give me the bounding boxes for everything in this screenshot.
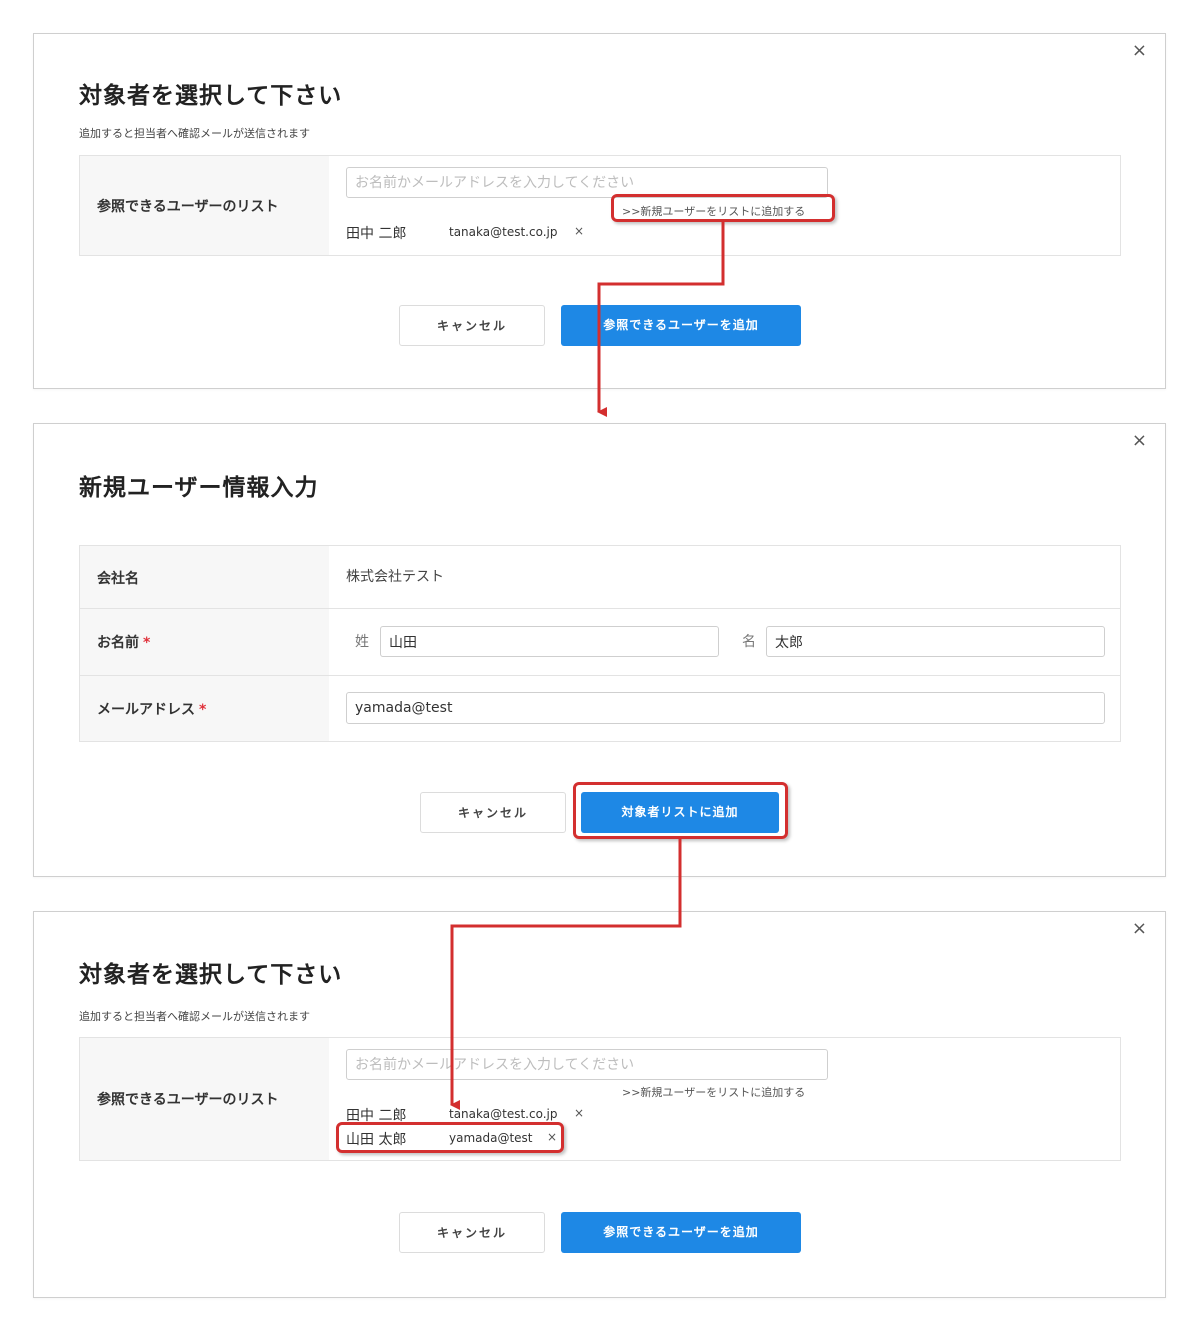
user-search-input[interactable]	[346, 1049, 828, 1080]
user-list-label: 参照できるユーザーのリスト	[97, 199, 279, 215]
add-viewable-users-button[interactable]: 参照できるユーザーを追加	[561, 1212, 801, 1253]
close-icon[interactable]: ×	[1132, 920, 1147, 938]
dialog-subtitle: 追加すると担当者へ確認メールが送信されます	[79, 127, 310, 140]
last-name-label: 姓	[355, 634, 369, 650]
user-list-form: 参照できるユーザーのリスト >>新規ユーザーをリストに追加する 田中 二郎 ta…	[79, 1037, 1121, 1161]
company-label: 会社名	[97, 571, 139, 587]
cancel-button[interactable]: キャンセル	[420, 792, 566, 833]
email-label: メールアドレス *	[97, 699, 206, 719]
user-email: tanaka@test.co.jp	[449, 225, 558, 239]
user-search-input[interactable]	[346, 167, 828, 198]
email-label-text: メールアドレス	[97, 702, 195, 718]
add-viewable-users-button[interactable]: 参照できるユーザーを追加	[561, 305, 801, 346]
first-name-input[interactable]	[766, 626, 1105, 657]
remove-user-icon[interactable]: ×	[574, 224, 584, 238]
user-name: 田中 二郎	[346, 1108, 407, 1124]
remove-user-icon[interactable]: ×	[574, 1106, 584, 1120]
close-icon[interactable]: ×	[1132, 42, 1147, 60]
dialog-title: 新規ユーザー情報入力	[79, 475, 319, 501]
row-divider	[80, 608, 1120, 609]
user-list-form: 参照できるユーザーのリスト >>新規ユーザーをリストに追加する 田中 二郎 ta…	[79, 155, 1121, 256]
name-label: お名前 *	[97, 632, 150, 652]
add-to-target-list-button[interactable]: 対象者リストに追加	[581, 792, 779, 833]
user-email: yamada@test	[449, 1131, 533, 1145]
new-user-form: 会社名 株式会社テスト お名前* 姓 名 メールアドレス*	[79, 545, 1121, 742]
name-label-text: お名前	[97, 635, 139, 651]
user-name: 田中 二郎	[346, 226, 407, 242]
remove-user-icon[interactable]: ×	[547, 1130, 557, 1144]
last-name-input[interactable]	[380, 626, 719, 657]
select-target-dialog-1: × 対象者を選択して下さい 追加すると担当者へ確認メールが送信されます 参照でき…	[33, 33, 1166, 389]
label-column: 参照できるユーザーのリスト	[80, 156, 329, 255]
close-icon[interactable]: ×	[1132, 432, 1147, 450]
dialog-title: 対象者を選択して下さい	[79, 83, 343, 109]
company-value: 株式会社テスト	[346, 569, 444, 585]
cancel-button[interactable]: キャンセル	[399, 305, 545, 346]
select-target-dialog-2: × 対象者を選択して下さい 追加すると担当者へ確認メールが送信されます 参照でき…	[33, 911, 1166, 1298]
user-email: tanaka@test.co.jp	[449, 1107, 558, 1121]
cancel-button[interactable]: キャンセル	[399, 1212, 545, 1253]
dialog-title: 対象者を選択して下さい	[79, 962, 343, 988]
label-column: 参照できるユーザーのリスト	[80, 1038, 329, 1160]
required-mark: *	[199, 702, 207, 718]
user-name: 山田 太郎	[346, 1132, 407, 1148]
add-new-user-link[interactable]: >>新規ユーザーをリストに追加する	[622, 1084, 805, 1100]
email-input[interactable]	[346, 692, 1105, 724]
row-divider	[80, 675, 1120, 676]
dialog-subtitle: 追加すると担当者へ確認メールが送信されます	[79, 1010, 310, 1023]
add-new-user-link[interactable]: >>新規ユーザーをリストに追加する	[622, 203, 805, 219]
first-name-label: 名	[742, 634, 756, 650]
required-mark: *	[143, 635, 151, 651]
new-user-dialog: × 新規ユーザー情報入力 会社名 株式会社テスト お名前* 姓 名 メールアドレ…	[33, 423, 1166, 877]
user-list-label: 参照できるユーザーのリスト	[97, 1092, 279, 1108]
